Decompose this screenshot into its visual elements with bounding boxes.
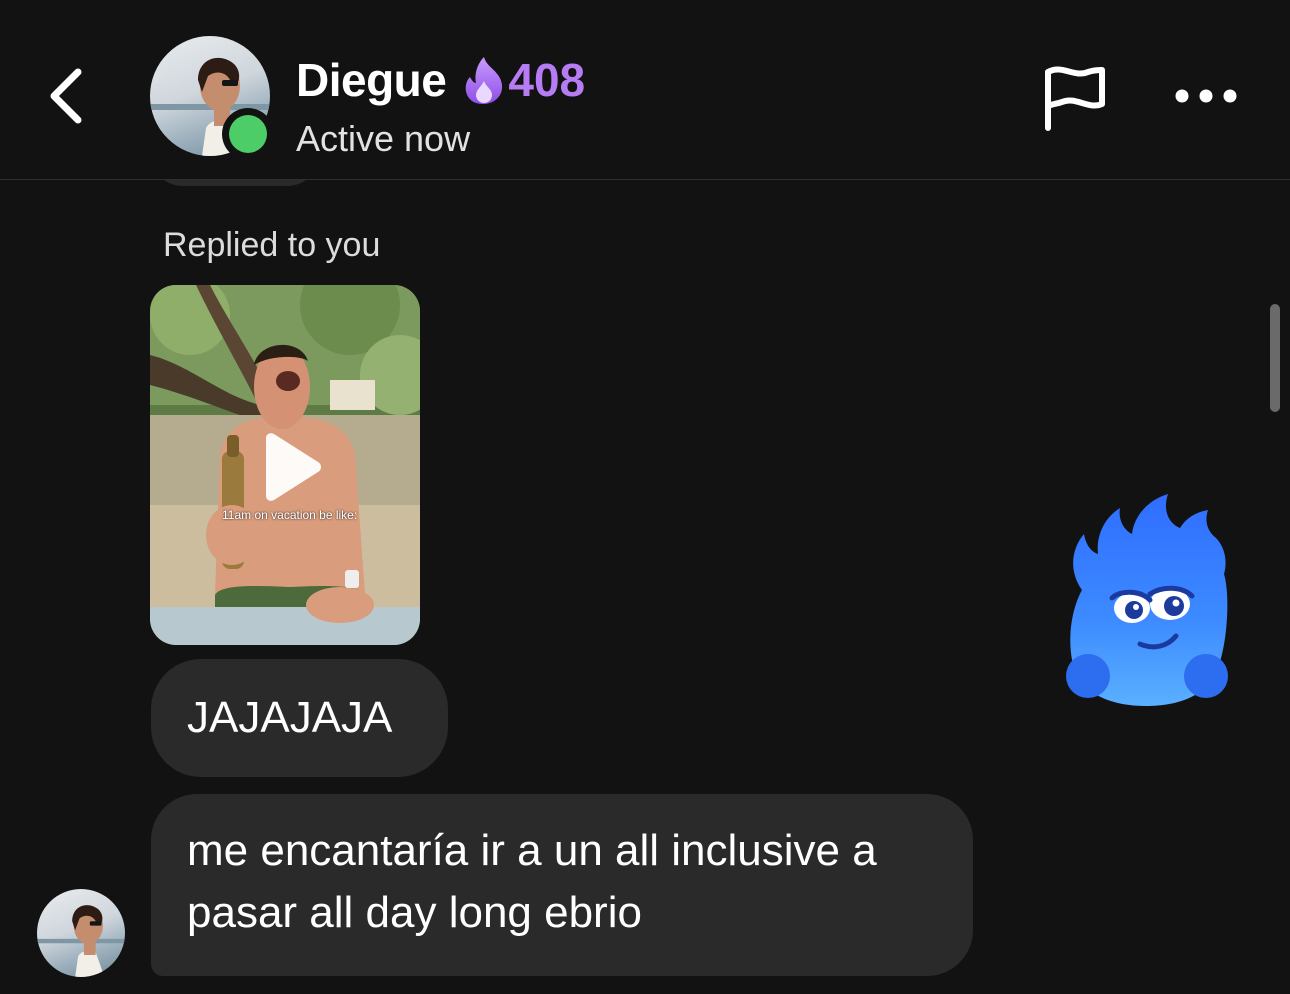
scrollbar-thumb[interactable] xyxy=(1270,304,1280,412)
more-dots-icon xyxy=(1175,89,1237,103)
more-options-button[interactable] xyxy=(1170,78,1240,114)
message-text: me encantaría ir a un all inclusive a pa… xyxy=(187,826,877,937)
message-text: JAJAJAJA xyxy=(187,693,393,742)
back-chevron-icon xyxy=(50,68,82,124)
chat-screen: Diegue 408 Active now Replied to you 11a… xyxy=(0,0,1290,994)
sender-avatar[interactable] xyxy=(37,889,125,977)
streak-flame-icon xyxy=(466,57,503,104)
video-caption-text: 11am on vacation be like: xyxy=(222,508,358,522)
report-flag-icon xyxy=(1045,66,1105,131)
contact-name-row[interactable]: Diegue 408 xyxy=(296,50,585,110)
avatar-portrait-image xyxy=(37,905,125,977)
message-bubble[interactable]: JAJAJAJA xyxy=(151,659,448,777)
replied-to-you-label: Replied to you xyxy=(163,226,381,264)
report-button[interactable] xyxy=(1040,62,1108,132)
online-status-indicator xyxy=(222,108,274,160)
streak-count: 408 xyxy=(508,54,586,106)
message-bubble[interactable]: me encantaría ir a un all inclusive a pa… xyxy=(151,794,973,976)
contact-name: Diegue xyxy=(296,54,447,106)
back-button[interactable] xyxy=(40,64,96,128)
chat-header: Diegue 408 Active now xyxy=(0,0,1290,180)
active-status: Active now xyxy=(296,118,471,159)
blue-flame-sticker[interactable] xyxy=(1058,490,1234,712)
play-icon[interactable] xyxy=(258,432,324,502)
